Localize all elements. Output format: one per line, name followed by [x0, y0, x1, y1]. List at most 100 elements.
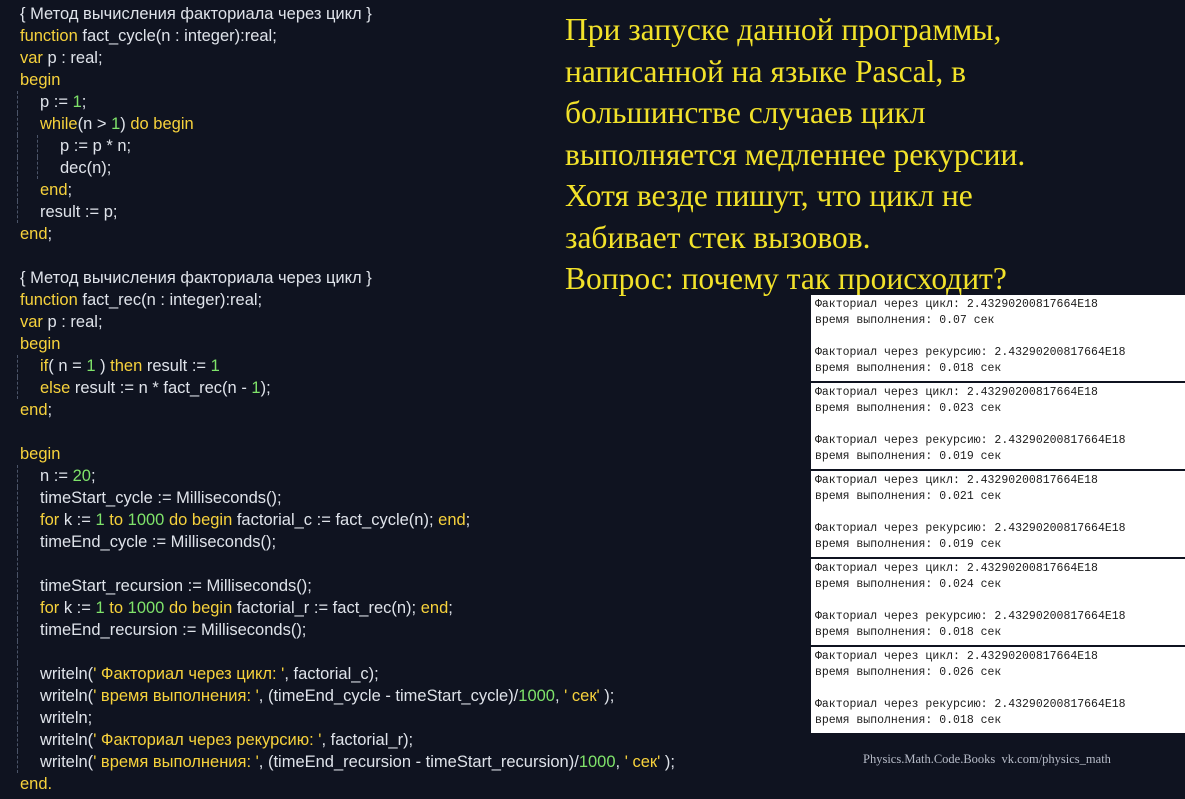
- code-line: for k := 1 to 1000 do begin factorial_r …: [0, 597, 805, 619]
- output-line: Факториал через рекурсию: 2.432902008176…: [815, 434, 1126, 447]
- code-keyword: do begin: [130, 115, 194, 133]
- indent-guide: [17, 685, 18, 707]
- code-text: (n >: [77, 115, 112, 133]
- output-line: время выполнения: 0.026 сек: [815, 666, 1002, 679]
- question-line: При запуске данной программы,: [565, 12, 1002, 47]
- code-keyword: end: [20, 225, 48, 243]
- output-panel: Факториал через цикл: 2.43290200817664E1…: [811, 383, 1185, 469]
- code-text: timeStart_recursion := Milliseconds();: [40, 577, 312, 595]
- output-line: Факториал через рекурсию: 2.432902008176…: [815, 698, 1126, 711]
- code-line: begin: [0, 443, 805, 465]
- code-text: dec(n);: [60, 159, 112, 177]
- output-line: время выполнения: 0.018 сек: [815, 362, 1002, 375]
- indent-guide: [17, 751, 18, 773]
- code-text: p := p * n;: [60, 137, 132, 155]
- code-text: writeln(: [40, 753, 94, 771]
- code-line: timeEnd_recursion := Milliseconds();: [0, 619, 805, 641]
- code-text: );: [260, 379, 271, 397]
- code-keyword: ' время выполнения: ': [93, 687, 259, 705]
- output-line: Факториал через цикл: 2.43290200817664E1…: [815, 474, 1098, 487]
- output-line: время выполнения: 0.019 сек: [815, 538, 1002, 551]
- question-line: Хотя везде пишут, что цикл не: [565, 178, 973, 213]
- code-text: ;: [465, 511, 471, 529]
- code-keyword: end: [420, 599, 449, 617]
- output-line: время выполнения: 0.018 сек: [815, 626, 1002, 639]
- footer-credit: Physics.Math.Code.Books vk.com/physics_m…: [863, 752, 1111, 766]
- output-line: время выполнения: 0.07 сек: [815, 314, 995, 327]
- code-keyword: ' Факториал через цикл: ': [93, 665, 285, 683]
- indent-guide: [17, 509, 18, 531]
- question-line: написанной на языке Pascal, в: [565, 53, 966, 89]
- program-output-panels: Факториал через цикл: 2.43290200817664E1…: [811, 295, 1185, 735]
- indent-guide: [17, 355, 18, 377]
- code-keyword: else: [40, 379, 71, 397]
- code-line: end.: [0, 773, 805, 795]
- code-text: fact_rec(n : integer):real;: [77, 291, 263, 309]
- code-number: 1000: [578, 753, 616, 771]
- code-line: n := 20;: [0, 465, 805, 487]
- code-text: ;: [47, 225, 53, 243]
- code-text: ;: [47, 401, 53, 419]
- indent-guide: [37, 135, 38, 157]
- code-keyword: begin: [20, 445, 61, 463]
- output-line: время выполнения: 0.019 сек: [815, 450, 1002, 463]
- code-line: else result := n * fact_rec(n - 1);: [0, 377, 805, 399]
- output-panel: Факториал через цикл: 2.43290200817664E1…: [811, 471, 1185, 557]
- code-text: factorial_r := fact_rec(n);: [232, 599, 421, 617]
- indent-guide: [17, 179, 18, 201]
- code-number: 1: [111, 115, 121, 133]
- code-line: if( n = 1 ) then result := 1: [0, 355, 805, 377]
- output-line: Факториал через рекурсию: 2.432902008176…: [815, 522, 1126, 535]
- indent-guide: [17, 553, 18, 575]
- code-text: k :=: [59, 511, 96, 529]
- code-text: ;: [81, 93, 87, 111]
- code-text: ,: [555, 687, 565, 705]
- code-number: 1: [95, 599, 105, 617]
- code-keyword: var: [20, 49, 43, 67]
- code-number: 1: [251, 379, 261, 397]
- code-text: ( n =: [48, 357, 87, 375]
- output-panel: Факториал через цикл: 2.43290200817664E1…: [811, 295, 1185, 381]
- code-keyword: end: [438, 511, 466, 529]
- code-keyword: ' время выполнения: ': [93, 753, 259, 771]
- code-number: 1: [210, 357, 220, 375]
- output-panel: Факториал через цикл: 2.43290200817664E1…: [811, 559, 1185, 645]
- code-keyword: then: [110, 357, 143, 375]
- code-text: p : real;: [42, 49, 103, 67]
- output-line: Факториал через цикл: 2.43290200817664E1…: [815, 562, 1098, 575]
- code-line: [0, 641, 805, 663]
- code-line: begin: [0, 333, 805, 355]
- code-text: ;: [67, 181, 73, 199]
- code-keyword: for: [40, 599, 60, 617]
- output-line: Факториал через цикл: 2.43290200817664E1…: [815, 386, 1098, 399]
- output-line: Факториал через цикл: 2.43290200817664E1…: [815, 650, 1098, 663]
- code-line: timeStart_cycle := Milliseconds();: [0, 487, 805, 509]
- output-panel: Факториал через цикл: 2.43290200817664E1…: [811, 647, 1185, 733]
- code-line: for k := 1 to 1000 do begin factorial_c …: [0, 509, 805, 531]
- code-keyword: begin: [20, 71, 61, 89]
- code-keyword: end: [20, 401, 48, 419]
- code-text: timeEnd_cycle := Milliseconds();: [40, 533, 277, 551]
- code-text: , (timeEnd_recursion - timeStart_recursi…: [258, 753, 579, 771]
- code-keyword: for: [40, 511, 60, 529]
- indent-guide: [17, 487, 18, 509]
- code-number: 1000: [127, 599, 165, 617]
- code-keyword: var: [20, 313, 43, 331]
- code-line: timeStart_recursion := Milliseconds();: [0, 575, 805, 597]
- code-text: ): [120, 115, 131, 133]
- code-keyword: ' сек': [624, 753, 661, 771]
- code-text: result := n * fact_rec(n -: [70, 379, 252, 397]
- indent-guide: [17, 619, 18, 641]
- indent-guide: [17, 465, 18, 487]
- code-number: 20: [72, 467, 91, 485]
- code-line: timeEnd_cycle := Milliseconds();: [0, 531, 805, 553]
- output-line: Факториал через рекурсию: 2.432902008176…: [815, 610, 1126, 623]
- code-text: ;: [448, 599, 453, 617]
- code-text: result :=: [142, 357, 211, 375]
- code-text: result := p;: [40, 203, 118, 221]
